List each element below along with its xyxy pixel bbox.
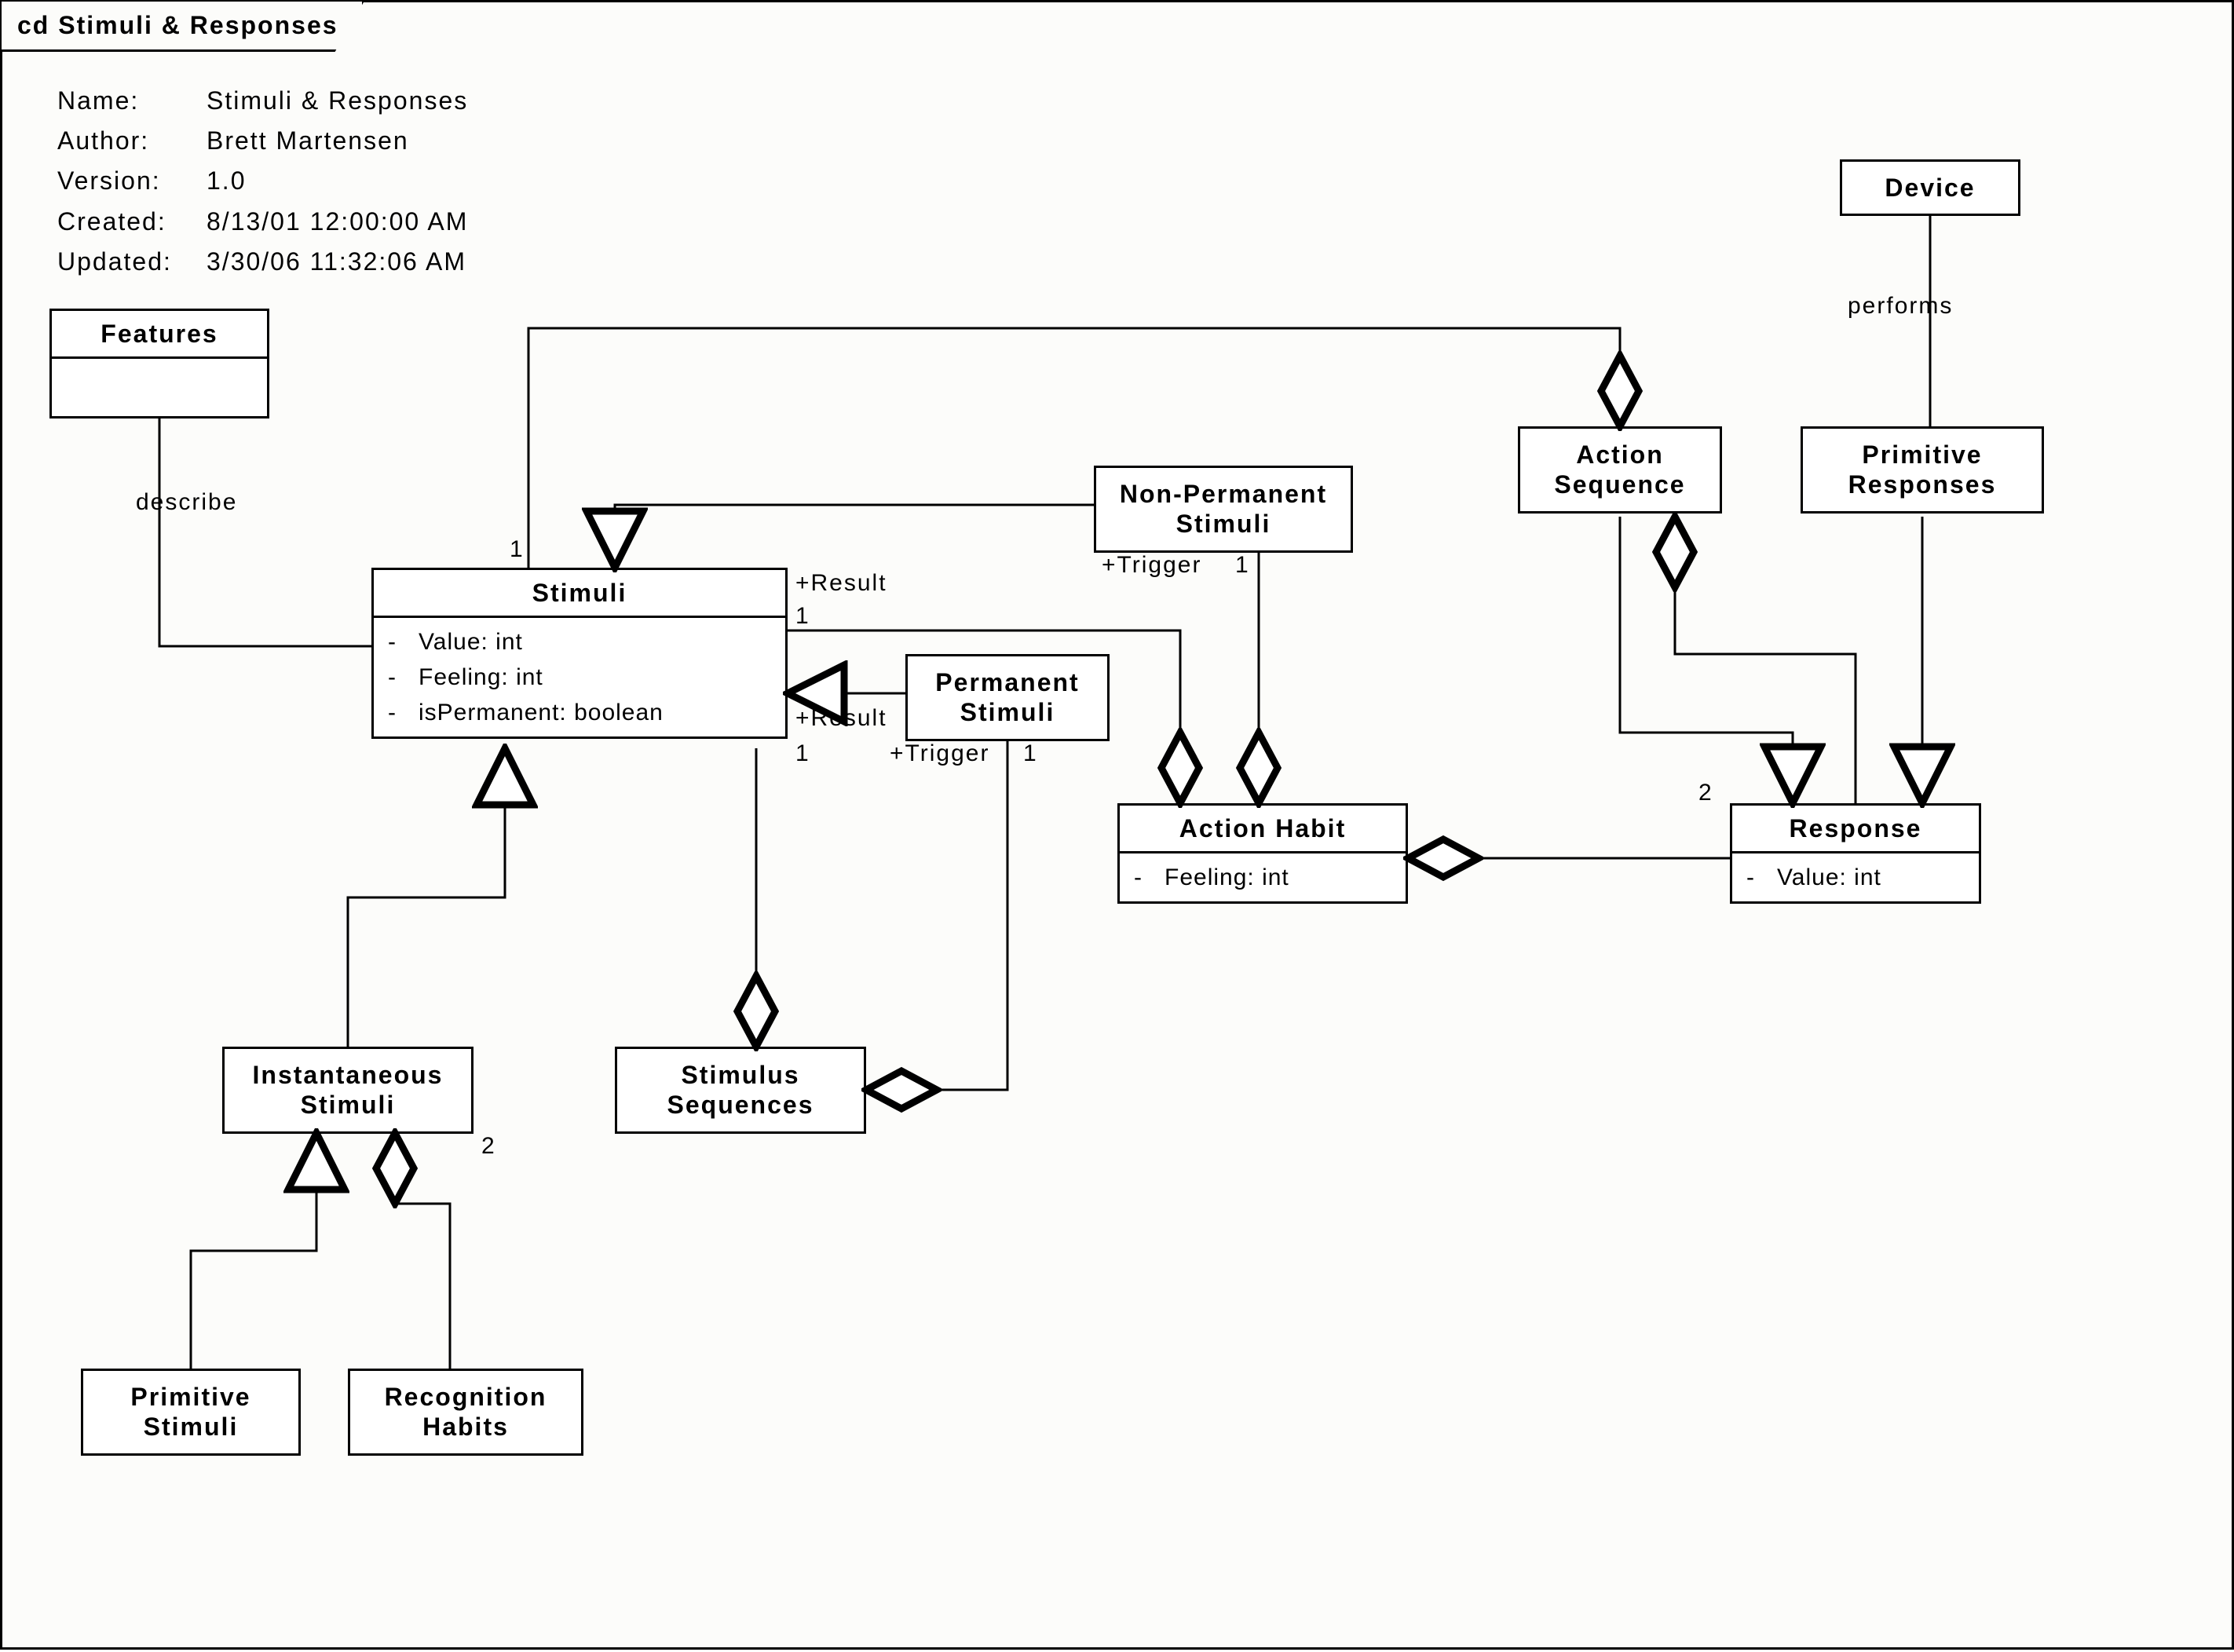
class-response-attrs: Value: int bbox=[1732, 853, 1979, 901]
class-stimuli-title: Stimuli bbox=[374, 570, 785, 616]
meta-name-label: Name: bbox=[57, 81, 207, 121]
class-primresp-title: PrimitiveResponses bbox=[1803, 429, 2042, 511]
class-features: Features bbox=[49, 309, 269, 418]
mult-1d: 1 bbox=[1235, 552, 1250, 579]
diagram-frame: cd Stimuli & Responses Name:Stimuli & Re… bbox=[0, 0, 2234, 1650]
class-nonperm: Non-PermanentStimuli bbox=[1094, 466, 1353, 553]
class-nonperm-title: Non-PermanentStimuli bbox=[1096, 468, 1351, 550]
mult-1e: 1 bbox=[1023, 740, 1038, 767]
label-performs: performs bbox=[1848, 293, 1953, 320]
class-features-title: Features bbox=[52, 311, 267, 356]
class-rechabits-title: RecognitionHabits bbox=[350, 1371, 581, 1453]
class-stimseq-title: StimulusSequences bbox=[617, 1049, 864, 1131]
class-device-title: Device bbox=[1842, 162, 2018, 214]
class-response: Response Value: int bbox=[1730, 803, 1981, 904]
mult-2a: 2 bbox=[481, 1133, 496, 1160]
class-stimseq: StimulusSequences bbox=[615, 1047, 866, 1134]
class-perm: PermanentStimuli bbox=[905, 654, 1110, 741]
class-perm-title: PermanentStimuli bbox=[908, 656, 1107, 739]
class-acthabit-title: Action Habit bbox=[1120, 806, 1406, 851]
meta-version-value: 1.0 bbox=[207, 161, 246, 201]
class-primresp: PrimitiveResponses bbox=[1801, 426, 2044, 514]
class-acthabit-attrs: Feeling: int bbox=[1120, 853, 1406, 901]
meta-created-label: Created: bbox=[57, 202, 207, 242]
mult-1c: 1 bbox=[795, 740, 810, 767]
mult-2b: 2 bbox=[1698, 780, 1713, 806]
meta-name-value: Stimuli & Responses bbox=[207, 81, 468, 121]
meta-created-value: 8/13/01 12:00:00 AM bbox=[207, 202, 468, 242]
class-acthabit: Action Habit Feeling: int bbox=[1117, 803, 1408, 904]
label-trigger2: +Trigger bbox=[890, 740, 989, 767]
diagram-tab: cd Stimuli & Responses bbox=[2, 2, 364, 52]
class-response-title: Response bbox=[1732, 806, 1979, 851]
diagram-metadata: Name:Stimuli & Responses Author:Brett Ma… bbox=[57, 81, 468, 282]
class-primstim: PrimitiveStimuli bbox=[81, 1369, 301, 1456]
class-actseq: ActionSequence bbox=[1518, 426, 1722, 514]
meta-updated-value: 3/30/06 11:32:06 AM bbox=[207, 242, 466, 282]
mult-1a: 1 bbox=[510, 536, 525, 563]
label-result2: +Result bbox=[795, 705, 887, 732]
class-stimuli: Stimuli Value: int Feeling: int isPerman… bbox=[371, 568, 788, 739]
class-actseq-title: ActionSequence bbox=[1520, 429, 1720, 511]
meta-updated-label: Updated: bbox=[57, 242, 207, 282]
mult-1b: 1 bbox=[795, 603, 810, 630]
class-instant: InstantaneousStimuli bbox=[222, 1047, 473, 1134]
label-result1: +Result bbox=[795, 570, 887, 597]
class-primstim-title: PrimitiveStimuli bbox=[83, 1371, 298, 1453]
class-instant-title: InstantaneousStimuli bbox=[225, 1049, 471, 1131]
label-trigger1: +Trigger bbox=[1102, 552, 1201, 579]
meta-author-label: Author: bbox=[57, 121, 207, 161]
class-stimuli-attrs: Value: int Feeling: int isPermanent: boo… bbox=[374, 618, 785, 736]
meta-author-value: Brett Martensen bbox=[207, 121, 409, 161]
label-describe: describe bbox=[136, 489, 237, 516]
class-rechabits: RecognitionHabits bbox=[348, 1369, 583, 1456]
meta-version-label: Version: bbox=[57, 161, 207, 201]
class-device: Device bbox=[1840, 159, 2020, 216]
